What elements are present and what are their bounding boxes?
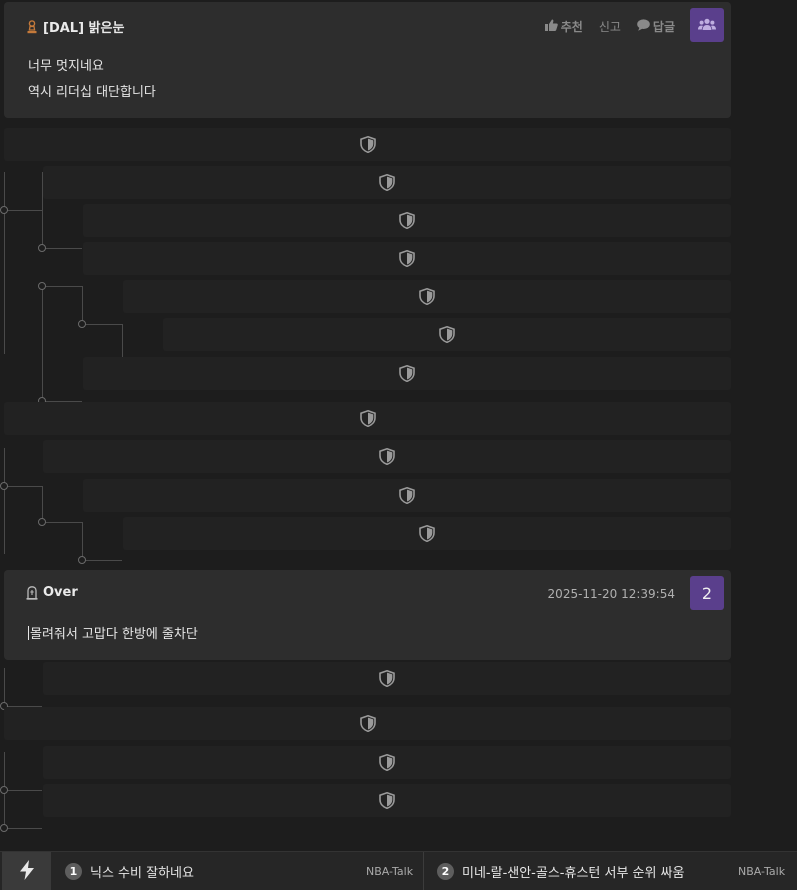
hidden-reply-row[interactable] — [4, 707, 731, 740]
recommend-label: 추천 — [560, 20, 583, 34]
comment-header: [DAL] 밝은눈 추천 신고 답글 — [4, 2, 731, 50]
hidden-reply-row[interactable] — [163, 318, 731, 351]
shield-icon — [399, 250, 415, 267]
hidden-reply-row[interactable] — [83, 204, 731, 237]
hidden-reply-row[interactable] — [123, 517, 731, 550]
reply-count-badge[interactable]: 2 — [690, 576, 724, 610]
hidden-reply-row[interactable] — [4, 128, 731, 161]
users-badge[interactable] — [690, 8, 724, 42]
comment-thread-page: [DAL] 밝은눈 추천 신고 답글 너무 멋지네요 역시 리더십 대단합니다 … — [0, 0, 797, 890]
reply-count: 2 — [701, 583, 713, 603]
comment-header: Over 2025-11-20 12:39:54 2 — [4, 570, 731, 618]
author-name: Over — [43, 585, 78, 600]
comment-actions: 추천 신고 답글 — [544, 18, 675, 35]
hidden-reply-row[interactable] — [43, 440, 731, 473]
chess-pawn-icon — [26, 19, 38, 34]
hidden-reply-row[interactable] — [83, 242, 731, 275]
hidden-reply-row[interactable] — [43, 784, 731, 817]
text-cursor — [28, 626, 29, 640]
shield-icon — [359, 410, 376, 427]
shield-icon — [359, 715, 376, 732]
comment-line: 너무 멋지네요 — [28, 59, 104, 74]
thumbs-up-icon — [544, 19, 558, 34]
shield-icon — [359, 136, 376, 153]
shield-icon — [439, 326, 455, 343]
hidden-reply-row[interactable] — [43, 166, 731, 199]
rank-badge: 2 — [437, 863, 454, 880]
shield-icon — [399, 365, 415, 382]
rank-badge: 1 — [65, 863, 82, 880]
hidden-reply-row[interactable] — [43, 662, 731, 695]
shield-icon — [419, 525, 435, 542]
comment-line-text: 몰려줘서 고맙다 한방에 줄차단 — [30, 627, 198, 642]
comment-line: 몰려줘서 고맙다 한방에 줄차단 — [28, 622, 707, 648]
comment-author[interactable]: [DAL] 밝은눈 — [26, 17, 124, 36]
post-category[interactable]: NBA-Talk — [366, 852, 413, 890]
comment-timestamp: 2025-11-20 12:39:54 — [547, 587, 675, 601]
bottom-bar: 1 닉스 수비 잘하네요 NBA-Talk 2 미네-랄-샌안-골스-휴스턴 서… — [0, 851, 797, 890]
report-button[interactable]: 신고 — [599, 18, 621, 35]
post-category[interactable]: NBA-Talk — [738, 852, 785, 890]
author-name: [DAL] 밝은눈 — [43, 21, 125, 36]
post-title: 미네-랄-샌안-골스-휴스턴 서부 순위 싸움 — [462, 866, 685, 881]
quick-menu-button[interactable] — [2, 852, 51, 890]
comment-author[interactable]: Over — [26, 585, 78, 600]
users-icon — [698, 16, 716, 35]
comment-body: 몰려줘서 고맙다 한방에 줄차단 — [4, 618, 731, 648]
speech-bubble-icon — [637, 19, 650, 34]
hidden-reply-row[interactable] — [123, 280, 731, 313]
shield-icon — [399, 212, 415, 229]
trending-post-2[interactable]: 2 미네-랄-샌안-골스-휴스턴 서부 순위 싸움 — [437, 852, 685, 890]
shield-icon — [379, 754, 395, 771]
hidden-reply-row[interactable] — [83, 479, 731, 512]
tombstone-icon — [26, 585, 38, 600]
divider — [423, 852, 424, 890]
shield-icon — [379, 670, 395, 687]
lightning-icon — [19, 859, 35, 884]
shield-icon — [379, 792, 395, 809]
trending-post-1[interactable]: 1 닉스 수비 잘하네요 — [65, 852, 194, 890]
post-title: 닉스 수비 잘하네요 — [90, 866, 194, 881]
hidden-reply-row[interactable] — [43, 746, 731, 779]
comment-body: 너무 멋지네요 역시 리더십 대단합니다 — [4, 50, 731, 106]
reply-label: 답글 — [652, 20, 675, 34]
comment-card: [DAL] 밝은눈 추천 신고 답글 너무 멋지네요 역시 리더십 대단합니다 — [4, 2, 731, 118]
recommend-button[interactable]: 추천 — [544, 18, 583, 35]
report-label: 신고 — [598, 20, 621, 34]
hidden-reply-row[interactable] — [83, 357, 731, 390]
shield-icon — [399, 487, 415, 504]
reply-button[interactable]: 답글 — [637, 18, 675, 35]
shield-icon — [419, 288, 435, 305]
hidden-reply-row[interactable] — [4, 402, 731, 435]
shield-icon — [379, 174, 395, 191]
comment-line: 역시 리더십 대단합니다 — [28, 85, 156, 100]
shield-icon — [379, 448, 395, 465]
comment-card: Over 2025-11-20 12:39:54 2 몰려줘서 고맙다 한방에 … — [4, 570, 731, 660]
